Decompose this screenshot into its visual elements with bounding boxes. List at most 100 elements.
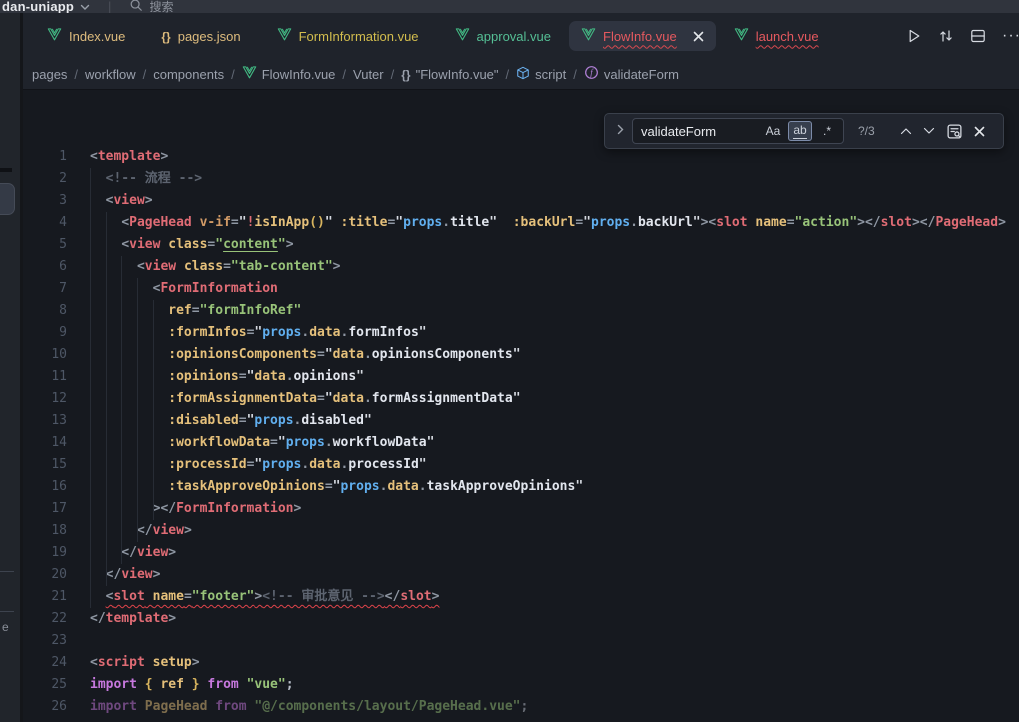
more-actions-icon[interactable]: ··· bbox=[1002, 27, 1019, 45]
sidebar-fragment-button bbox=[0, 183, 15, 215]
regex-button[interactable]: .* bbox=[815, 121, 839, 141]
chevron-right-icon bbox=[617, 122, 624, 140]
code-line[interactable]: 5 <view class="content"> bbox=[23, 234, 1019, 256]
code-line[interactable]: 24<script setup> bbox=[23, 652, 1019, 674]
global-search[interactable]: 搜索 bbox=[129, 0, 173, 13]
tab-approval-vue[interactable]: approval.vue bbox=[437, 13, 569, 59]
tab-index-vue[interactable]: Index.vue bbox=[29, 13, 143, 59]
code-line[interactable]: 20 </view> bbox=[23, 564, 1019, 586]
indent-guide bbox=[137, 278, 138, 542]
line-number: 24 bbox=[23, 652, 67, 674]
vue-icon bbox=[242, 66, 257, 82]
compare-icon[interactable] bbox=[938, 28, 954, 44]
code-lines: 1<template>2 <!-- 流程 -->3 <view>4 <PageH… bbox=[23, 90, 1019, 718]
breadcrumb-label: Vuter bbox=[353, 67, 384, 82]
code-line[interactable]: 22</template> bbox=[23, 608, 1019, 630]
breadcrumb-label: script bbox=[535, 67, 566, 82]
breadcrumb-item-script[interactable]: script bbox=[516, 66, 566, 83]
code-line[interactable]: 17 ></FormInformation> bbox=[23, 498, 1019, 520]
code-editor[interactable]: 1<template>2 <!-- 流程 -->3 <view>4 <PageH… bbox=[23, 89, 1019, 722]
line-number: 14 bbox=[23, 432, 67, 454]
line-number: 19 bbox=[23, 542, 67, 564]
code-line[interactable]: 3 <view> bbox=[23, 190, 1019, 212]
tab-forminformation-vue[interactable]: FormInformation.vue bbox=[259, 13, 437, 59]
code-line[interactable]: 19 </view> bbox=[23, 542, 1019, 564]
close-icon[interactable] bbox=[693, 31, 704, 42]
breadcrumb-label: components bbox=[153, 67, 224, 82]
code-line[interactable]: 13 :disabled="props.disabled" bbox=[23, 410, 1019, 432]
breadcrumb-item-pages[interactable]: pages bbox=[32, 67, 67, 82]
line-number: 23 bbox=[23, 630, 67, 652]
tab-label: Index.vue bbox=[69, 29, 125, 44]
tab-launch-vue[interactable]: launch.vue bbox=[716, 13, 837, 59]
line-number: 21 bbox=[23, 586, 67, 608]
vue-icon bbox=[277, 28, 292, 44]
tabs: Index.vue {}pages.jsonFormInformation.vue… bbox=[23, 13, 837, 59]
breadcrumb-label: workflow bbox=[85, 67, 136, 82]
line-number: 12 bbox=[23, 388, 67, 410]
app-menu[interactable]: dan-uniapp bbox=[2, 0, 90, 13]
breadcrumb-item-vuter[interactable]: Vuter bbox=[353, 67, 384, 82]
code-line[interactable]: 14 :workflowData="props.workflowData" bbox=[23, 432, 1019, 454]
breadcrumb-item-components[interactable]: components bbox=[153, 67, 224, 82]
line-number: 7 bbox=[23, 278, 67, 300]
title-bar: dan-uniapp | 搜索 bbox=[0, 0, 1019, 13]
code-line[interactable]: 11 :opinions="data.opinions" bbox=[23, 366, 1019, 388]
breadcrumb-label: "FlowInfo.vue" bbox=[416, 67, 499, 82]
titlebar-divider: | bbox=[98, 0, 121, 13]
split-editor-icon[interactable] bbox=[970, 28, 986, 44]
code-line[interactable]: 6 <view class="tab-content"> bbox=[23, 256, 1019, 278]
code-line[interactable]: 4 <PageHead v-if="!isInApp()" :title="pr… bbox=[23, 212, 1019, 234]
code-line[interactable]: 15 :processId="props.data.processId" bbox=[23, 454, 1019, 476]
global-search-label: 搜索 bbox=[149, 0, 173, 13]
previous-match-button[interactable] bbox=[900, 127, 912, 135]
code-line[interactable]: 2 <!-- 流程 --> bbox=[23, 168, 1019, 190]
line-number: 11 bbox=[23, 366, 67, 388]
code-line[interactable]: 10 :opinionsComponents="data.opinionsCom… bbox=[23, 344, 1019, 366]
line-number: 10 bbox=[23, 344, 67, 366]
code-line[interactable]: 18 </view> bbox=[23, 520, 1019, 542]
breadcrumb-label: pages bbox=[32, 67, 67, 82]
code-line[interactable]: 1<template> bbox=[23, 146, 1019, 168]
whole-word-button[interactable]: ab bbox=[788, 121, 812, 141]
line-number: 4 bbox=[23, 212, 67, 234]
breadcrumb-item-flowinfo-vue[interactable]: FlowInfo.vue bbox=[242, 66, 336, 82]
tab-flowinfo-vue[interactable]: FlowInfo.vue bbox=[569, 21, 716, 51]
breadcrumb: pages/workflow/components/FlowInfo.vue/V… bbox=[23, 59, 1019, 89]
find-input[interactable] bbox=[641, 124, 761, 139]
code-line[interactable]: 7 <FormInformation bbox=[23, 278, 1019, 300]
toggle-replace-button[interactable] bbox=[612, 122, 628, 140]
search-icon bbox=[129, 0, 143, 13]
tab-pages-json[interactable]: {}pages.json bbox=[143, 13, 258, 59]
breadcrumb-label: FlowInfo.vue bbox=[262, 67, 336, 82]
code-line[interactable]: 16 :taskApproveOpinions="props.data.task… bbox=[23, 476, 1019, 498]
breadcrumb-item-workflow[interactable]: workflow bbox=[85, 67, 136, 82]
next-match-button[interactable] bbox=[923, 127, 935, 135]
match-case-button[interactable]: Aa bbox=[761, 121, 785, 141]
run-icon[interactable] bbox=[906, 28, 922, 44]
code-line[interactable]: 9 :formInfos="props.data.formInfos" bbox=[23, 322, 1019, 344]
braces-icon: {} bbox=[401, 67, 410, 82]
editor-group: Index.vue {}pages.jsonFormInformation.vue… bbox=[23, 13, 1019, 722]
indent-guide bbox=[153, 300, 154, 520]
line-number: 2 bbox=[23, 168, 67, 190]
line-number: 20 bbox=[23, 564, 67, 586]
code-line[interactable]: 21 <slot name="footer"><!-- 审批意见 --></sl… bbox=[23, 586, 1019, 608]
line-number: 6 bbox=[23, 256, 67, 278]
find-in-selection-button[interactable] bbox=[946, 123, 963, 140]
line-number: 5 bbox=[23, 234, 67, 256]
code-line[interactable]: 12 :formAssignmentData="data.formAssignm… bbox=[23, 388, 1019, 410]
code-line[interactable]: 25import { ref } from "vue"; bbox=[23, 674, 1019, 696]
breadcrumb-separator: / bbox=[506, 67, 510, 82]
vscode-window: { "title_bar": { "app_menu": "dan-uniapp… bbox=[0, 0, 1019, 722]
find-input-box: Aaab.* bbox=[632, 118, 844, 144]
svg-text:f: f bbox=[590, 68, 594, 78]
breadcrumb-item-validateform[interactable]: fvalidateForm bbox=[584, 65, 679, 83]
tab-label: approval.vue bbox=[477, 29, 551, 44]
close-find-button[interactable] bbox=[974, 126, 985, 137]
code-line[interactable]: 26import PageHead from "@/components/lay… bbox=[23, 696, 1019, 718]
breadcrumb-item-flowinfo-vue[interactable]: {} "FlowInfo.vue" bbox=[401, 67, 498, 82]
sidebar-edge: e bbox=[0, 13, 20, 722]
code-line[interactable]: 8 ref="formInfoRef" bbox=[23, 300, 1019, 322]
code-line[interactable]: 23 bbox=[23, 630, 1019, 652]
